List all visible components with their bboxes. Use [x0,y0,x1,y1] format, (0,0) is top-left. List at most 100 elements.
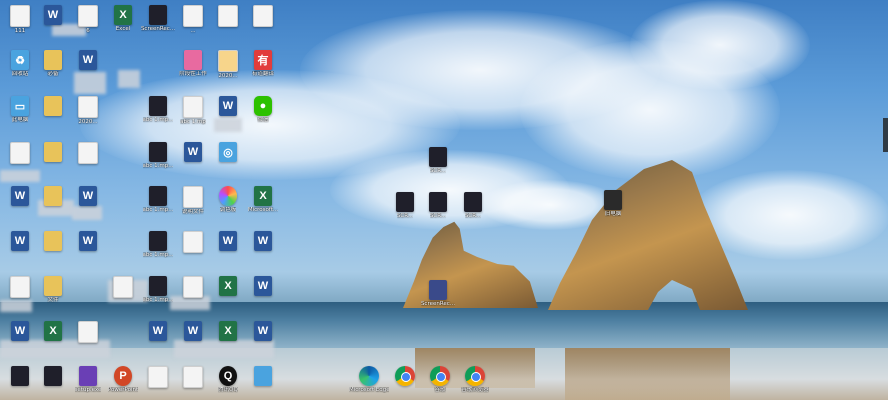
icon-49[interactable]: W [3,321,37,342]
icon-8[interactable] [246,5,280,28]
icon-53[interactable]: W [176,321,210,342]
icon-14[interactable]: 有有道翻译 [246,50,280,77]
icon-28[interactable]: W [3,186,37,207]
icon-4[interactable]: X Excel [106,5,140,32]
img-icon-1 [149,96,167,116]
app-icon-1 [184,50,202,70]
icon-38[interactable]: abc 1.mp... [141,231,175,258]
icon-41[interactable]: W [246,231,280,252]
word-icon-8: W [79,231,97,251]
icon-46[interactable] [176,276,210,299]
icon-69[interactable]: 旧电脑 [596,190,630,217]
icon-55[interactable]: W [246,321,280,342]
icon-58[interactable]: setup.exe [71,366,105,393]
icon-51[interactable] [71,321,105,344]
doc-icon-8 [10,142,30,164]
word-icon-10: W [254,231,272,251]
icon-65[interactable]: SCR... [388,192,422,219]
icon-36[interactable] [36,231,70,252]
icon-11[interactable]: W [71,50,105,71]
word-icon-15: W [254,321,272,341]
icon-29[interactable] [36,186,70,207]
icon-39[interactable] [176,231,210,254]
icon-9[interactable]: ♻ 回收站 [3,50,37,77]
icon-label-72: 谷歌 [434,387,446,393]
icon-30[interactable]: W [71,186,105,207]
icon-60[interactable] [141,366,175,389]
icon-25[interactable]: abc 1.mp... [141,142,175,169]
icon-59[interactable]: P PowerPoint [106,366,140,393]
icon-3[interactable]: 6 [71,5,105,34]
icon-62[interactable]: Q 腾讯QQ [211,366,245,393]
img-icon-3 [149,186,167,206]
icon-68[interactable]: ScreenRec... [421,280,455,307]
doc-icon-3 [218,5,238,27]
icon-52[interactable]: W [141,321,175,342]
icon-33[interactable]: 调色板 [211,186,245,213]
doc-icon-4 [253,5,273,27]
icon-18[interactable]: abc 1.mp... [141,96,175,123]
icon-37[interactable]: W [71,231,105,252]
icon-label-34: Microsoft... [247,207,279,213]
icon-23[interactable] [36,142,70,163]
icon-67[interactable]: SCR... [456,192,490,219]
icon-label-19: abc 1.mp [180,119,206,125]
icon-56[interactable] [3,366,37,387]
icon-label-38: abc 1.mp... [142,252,174,258]
icon-label-73: 谷歌浏览器 [461,387,489,393]
icon-6[interactable]: ... [176,5,210,34]
icon-48[interactable]: W [246,276,280,297]
icon-26[interactable]: W [176,142,210,163]
icon-12[interactable]: 阶段性工作 [176,50,210,77]
icon-66[interactable]: SCR... [421,192,455,219]
icon-21[interactable]: ● 微信 [246,96,280,123]
icon-1[interactable]: 111 [3,5,37,34]
icon-20[interactable]: W [211,96,245,117]
icon-44[interactable] [106,276,140,299]
icon-57[interactable] [36,366,70,387]
doc-icon-6 [78,96,98,118]
icon-61[interactable] [176,366,210,389]
word-icon-9: W [219,231,237,251]
icon-50[interactable]: X [36,321,70,342]
pc-icon: ▭ [11,96,29,116]
icon-7[interactable] [211,5,245,28]
icon-label-33: 调色板 [219,207,237,213]
icon-47[interactable]: X [211,276,245,297]
icon-32[interactable]: 说明文件 [176,186,210,215]
icon-label-10: 必备 [47,71,59,77]
icon-label-64: SCR... [429,168,447,174]
game-icon [79,366,97,386]
icon-40[interactable]: W [211,231,245,252]
doc-icon-7 [183,96,203,118]
icon-35[interactable]: W [3,231,37,252]
icon-27[interactable]: ◎ [211,142,245,163]
icon-31[interactable]: abc 1.mp... [141,186,175,213]
icon-43[interactable]: 文件 [36,276,70,303]
icon-70[interactable]: Microsoft Edge [349,366,389,393]
icon-13[interactable]: 2020... [211,50,245,79]
icon-label-58: setup.exe [74,387,102,393]
word-icon-2: W [79,50,97,70]
icon-34[interactable]: X Microsoft... [246,186,280,213]
icon-64[interactable]: SCR... [421,147,455,174]
icon-42[interactable] [3,276,37,299]
icon-73[interactable]: 谷歌浏览器 [458,366,492,393]
icon-19[interactable]: abc 1.mp [176,96,210,125]
icon-label-65: SCR... [396,213,414,219]
desktop-scroll-handle[interactable] [883,118,888,152]
word-icon-6: W [79,186,97,206]
icon-17[interactable]: 2020... [71,96,105,125]
icon-16[interactable] [36,96,70,117]
icon-2[interactable]: W [36,5,70,26]
icon-45[interactable]: abc 1.mp... [141,276,175,303]
icon-72[interactable]: 谷歌 [423,366,457,393]
icon-54[interactable]: X [211,321,245,342]
icon-24[interactable] [71,142,105,165]
icon-10[interactable]: 必备 [36,50,70,77]
icon-22[interactable] [3,142,37,165]
icon-71[interactable] [388,366,422,387]
icon-15[interactable]: ▭ 此电脑 [3,96,37,123]
icon-5[interactable]: ScreenRec... [141,5,175,32]
icon-63[interactable] [246,366,280,387]
